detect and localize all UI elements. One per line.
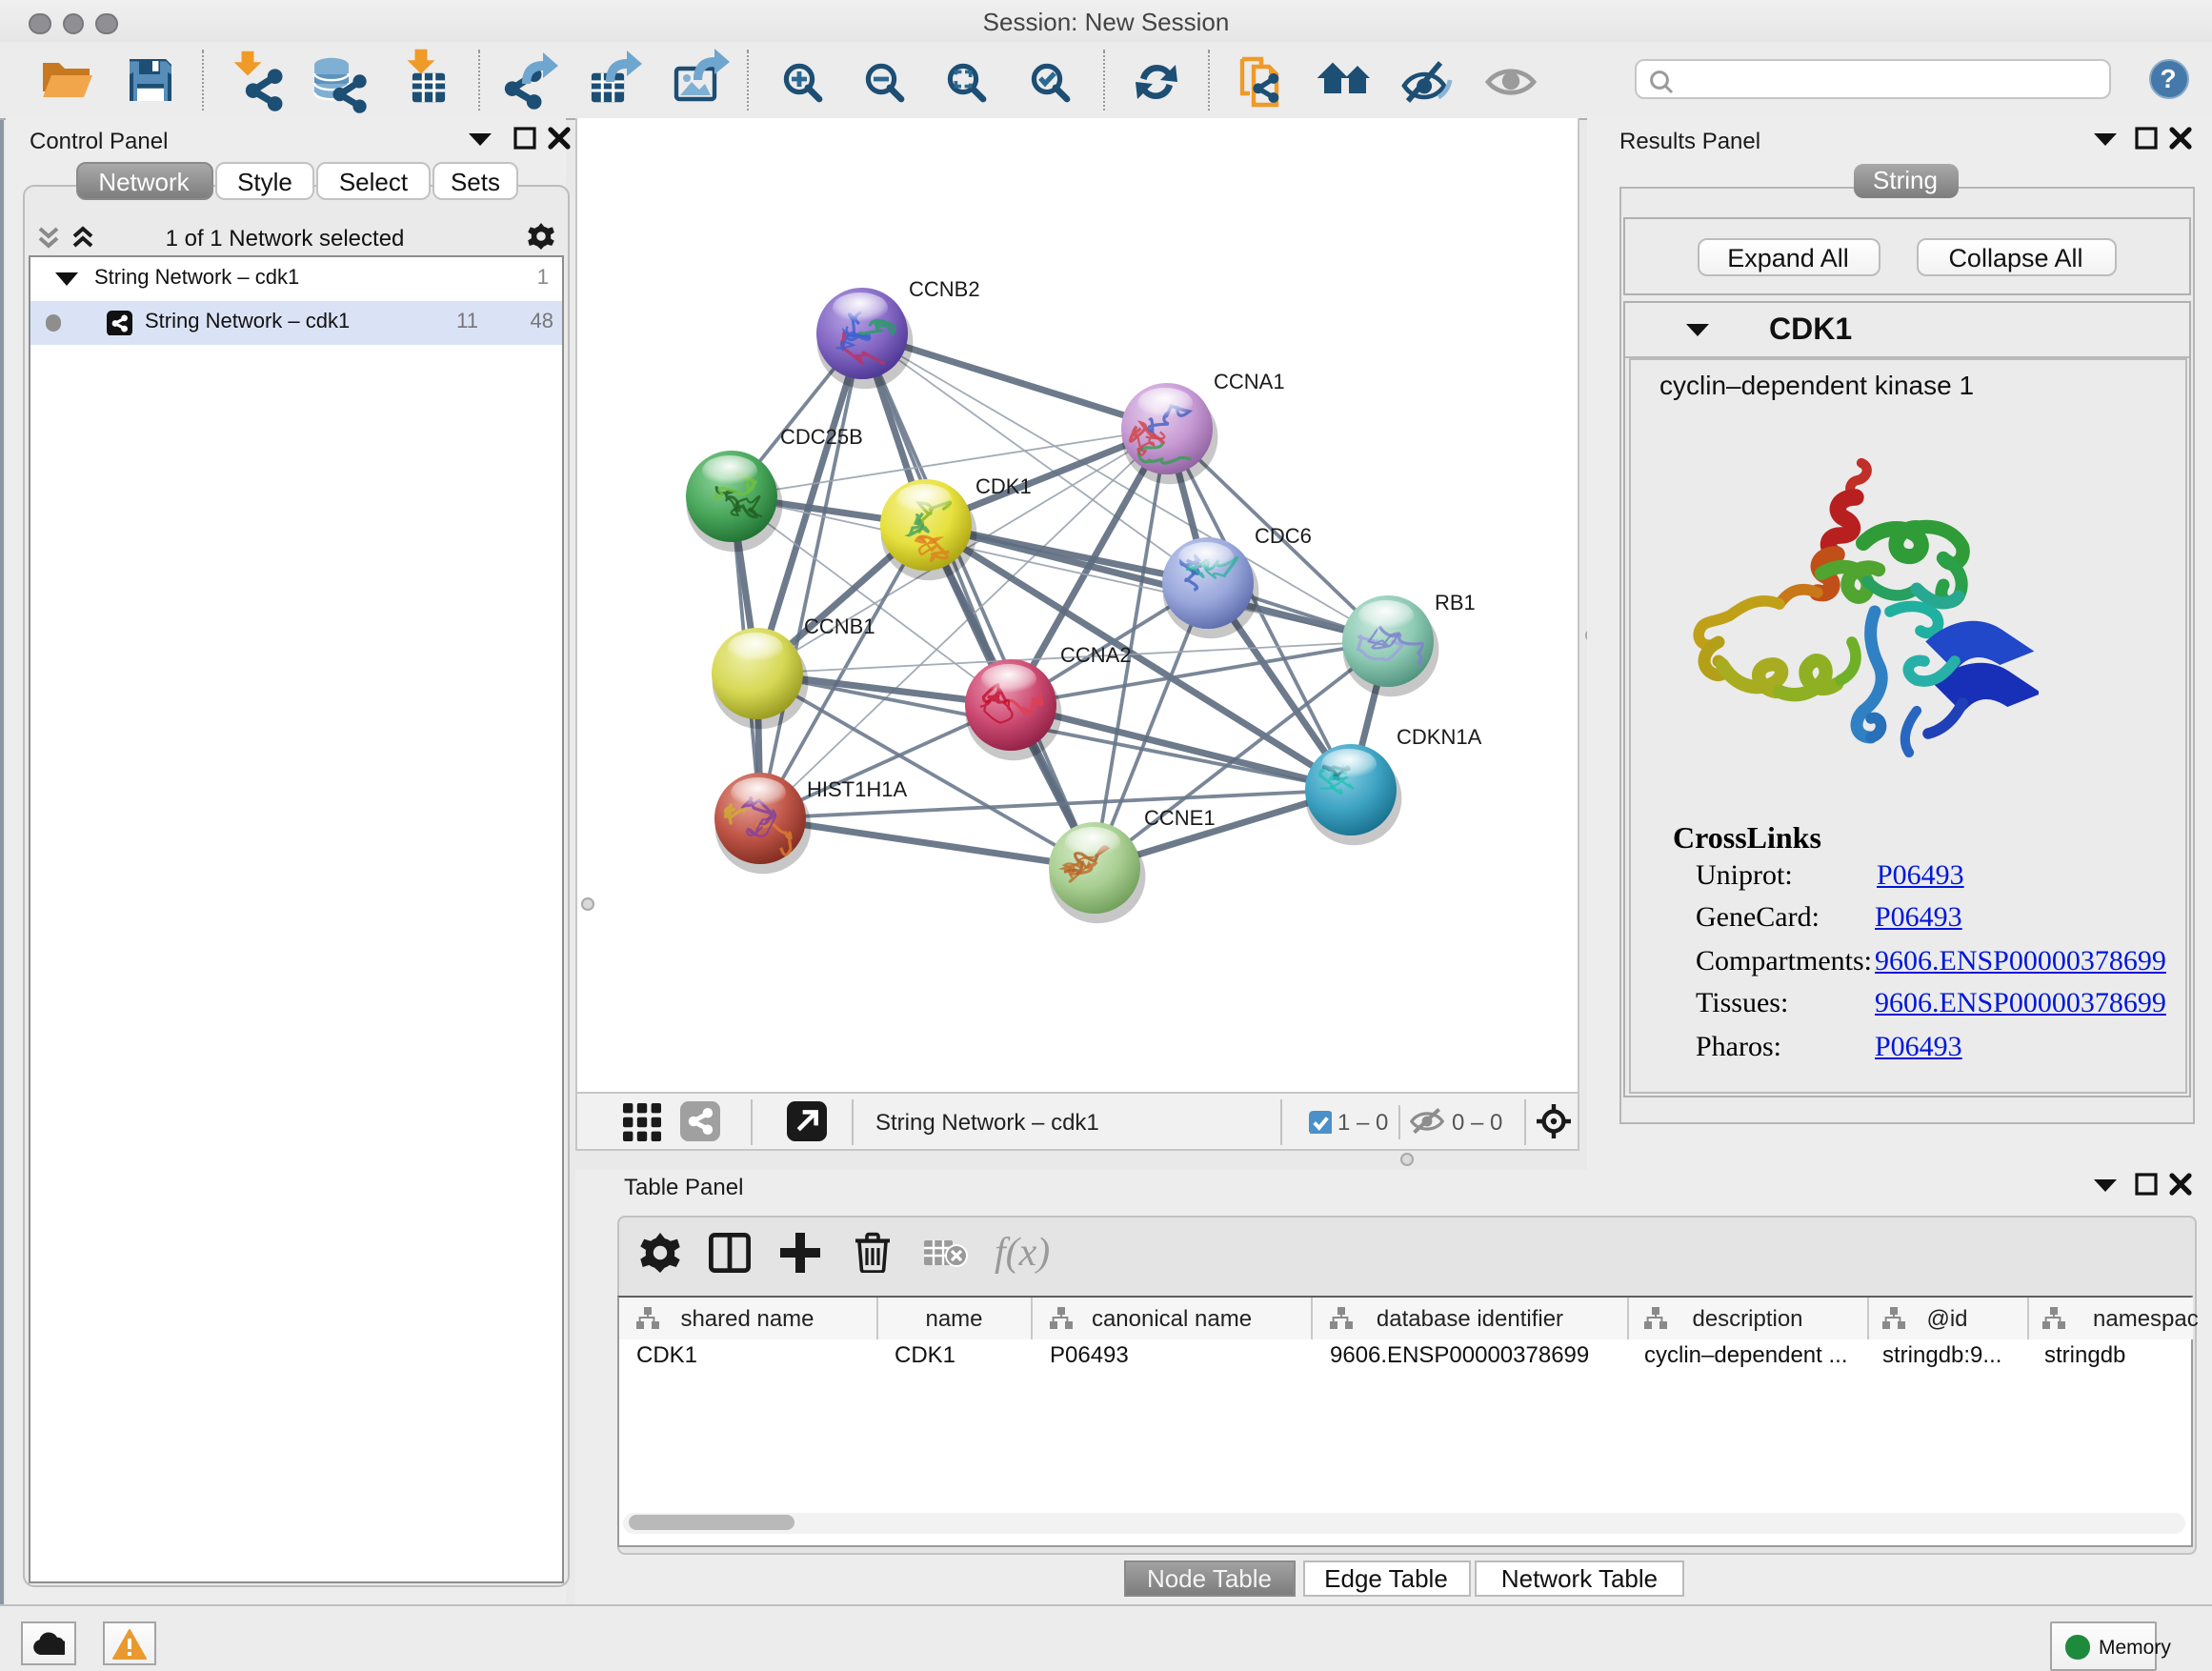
svg-text:CCNE1: CCNE1: [1143, 806, 1215, 830]
svg-text:CDC6: CDC6: [1254, 524, 1311, 548]
svg-text:CDKN1A: CDKN1A: [1396, 725, 1481, 749]
svg-text:CCNA1: CCNA1: [1213, 370, 1284, 393]
svg-text:CCNB2: CCNB2: [908, 277, 979, 301]
svg-text:CDK1: CDK1: [975, 474, 1031, 498]
svg-text:HIST1H1A: HIST1H1A: [806, 777, 906, 801]
svg-text:CDC25B: CDC25B: [779, 425, 862, 449]
svg-text:CCNA2: CCNA2: [1059, 643, 1131, 667]
svg-text:RB1: RB1: [1434, 591, 1475, 614]
svg-text:CCNB1: CCNB1: [803, 614, 875, 638]
